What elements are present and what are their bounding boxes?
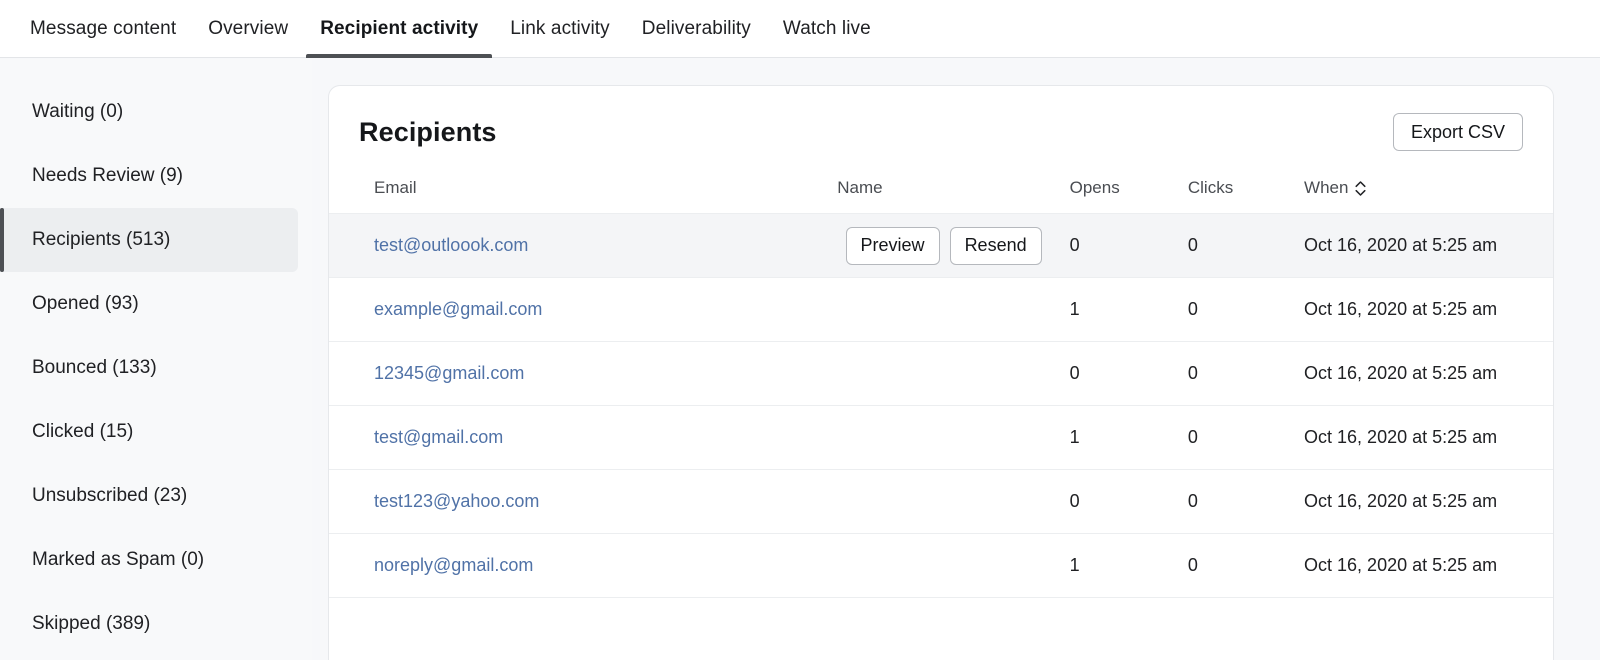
cell-when: Oct 16, 2020 at 5:25 am [1304, 405, 1553, 470]
sidebar-item-skipped[interactable]: Skipped (389) [0, 592, 298, 656]
table-row[interactable]: noreply@gmail.com 1 0 Oct 16, 2020 at 5:25 … [329, 533, 1553, 598]
cell-name [837, 341, 1070, 406]
activity-sidebar: Waiting (0) Needs Review (9) Recipients (5… [0, 59, 312, 660]
sidebar-item-needs-review[interactable]: Needs Review (9) [0, 144, 298, 208]
cell-opens: 0 [1069, 213, 1188, 278]
cell-clicks: 0 [1187, 469, 1305, 534]
sidebar-item-waiting[interactable]: Waiting (0) [0, 80, 298, 144]
cell-opens: 0 [1069, 341, 1188, 406]
tab-watch-live[interactable]: Watch live [767, 0, 887, 58]
table-header-row: Email Name Opens Clicks When [329, 178, 1553, 214]
recipients-table: Email Name Opens Clicks When test@outloo… [329, 178, 1553, 598]
cell-name [837, 533, 1070, 598]
cell-email: test123@yahoo.com [329, 469, 838, 534]
sidebar-item-bounced[interactable]: Bounced (133) [0, 336, 298, 400]
email-link[interactable]: noreply@gmail.com [374, 555, 533, 575]
email-link[interactable]: test123@yahoo.com [374, 491, 539, 511]
sidebar-item-opened[interactable]: Opened (93) [0, 272, 298, 336]
cell-when: Oct 16, 2020 at 5:25 am [1304, 533, 1553, 598]
table-row[interactable]: test@outloook.com Preview Resend 0 0 Oct 16, … [329, 213, 1553, 278]
cell-email: noreply@gmail.com [329, 533, 838, 598]
cell-opens: 0 [1069, 469, 1188, 534]
table-row[interactable]: test123@yahoo.com 0 0 Oct 16, 2020 at 5:25 … [329, 469, 1553, 534]
tab-overview[interactable]: Overview [192, 0, 304, 58]
cell-clicks: 0 [1187, 341, 1305, 406]
page-title: Recipients [359, 116, 497, 147]
cell-when: Oct 16, 2020 at 5:25 am [1304, 469, 1553, 534]
column-header-name[interactable]: Name [837, 178, 1070, 214]
preview-button[interactable]: Preview [845, 226, 940, 265]
row-action-group: Preview Resend [837, 226, 1069, 265]
tab-deliverability[interactable]: Deliverability [626, 0, 767, 58]
column-header-opens[interactable]: Opens [1069, 178, 1188, 214]
recipients-card: Recipients Export CSV Email Name Opens C… [328, 85, 1554, 660]
cell-when: Oct 16, 2020 at 5:25 am [1304, 341, 1553, 406]
cell-name [837, 405, 1070, 470]
cell-email: 12345@gmail.com [329, 341, 838, 406]
cell-name: Preview Resend [837, 213, 1070, 278]
sidebar-item-unsubscribed[interactable]: Unsubscribed (23) [0, 464, 298, 528]
export-csv-button[interactable]: Export CSV [1392, 113, 1523, 151]
card-header: Recipients Export CSV [329, 86, 1553, 178]
table-body: test@outloook.com Preview Resend 0 0 Oct 16, … [329, 213, 1553, 598]
cell-clicks: 0 [1187, 213, 1305, 278]
column-header-when-label: When [1304, 178, 1349, 197]
cell-email: test@gmail.com [329, 405, 838, 470]
cell-opens: 1 [1069, 277, 1188, 342]
tab-message-content[interactable]: Message content [14, 0, 192, 58]
tab-recipient-activity[interactable]: Recipient activity [304, 0, 494, 58]
tab-bar: Message content Overview Recipient activit… [0, 0, 1600, 58]
email-link[interactable]: test@outloook.com [374, 235, 528, 255]
cell-clicks: 0 [1187, 533, 1305, 598]
recipient-activity-page: Message content Overview Recipient activit… [0, 0, 1600, 660]
cell-opens: 1 [1069, 533, 1188, 598]
cell-name [837, 277, 1070, 342]
cell-email: test@outloook.com [329, 213, 838, 278]
cell-email: example@gmail.com [329, 277, 838, 342]
cell-name [837, 469, 1070, 534]
email-link[interactable]: test@gmail.com [374, 427, 503, 447]
cell-clicks: 0 [1187, 277, 1305, 342]
column-header-email[interactable]: Email [329, 178, 838, 214]
table-row[interactable]: example@gmail.com 1 0 Oct 16, 2020 at 5:25 … [329, 277, 1553, 342]
cell-when: Oct 16, 2020 at 5:25 am [1304, 213, 1553, 278]
table-head: Email Name Opens Clicks When [329, 178, 1553, 214]
cell-opens: 1 [1069, 405, 1188, 470]
cell-clicks: 0 [1187, 405, 1305, 470]
tab-link-activity[interactable]: Link activity [494, 0, 626, 58]
sidebar-item-marked-as-spam[interactable]: Marked as Spam (0) [0, 528, 298, 592]
table-row[interactable]: 12345@gmail.com 0 0 Oct 16, 2020 at 5:25 am [329, 341, 1553, 406]
email-link[interactable]: 12345@gmail.com [374, 363, 524, 383]
page-body: Waiting (0) Needs Review (9) Recipients (5… [0, 59, 1600, 660]
chevron-up-down-icon[interactable] [1355, 180, 1367, 197]
column-header-when[interactable]: When [1304, 178, 1553, 214]
cell-when: Oct 16, 2020 at 5:25 am [1304, 277, 1553, 342]
sidebar-item-clicked[interactable]: Clicked (15) [0, 400, 298, 464]
sidebar-item-recipients[interactable]: Recipients (513) [0, 208, 298, 272]
table-row[interactable]: test@gmail.com 1 0 Oct 16, 2020 at 5:25 am [329, 405, 1553, 470]
email-link[interactable]: example@gmail.com [374, 299, 542, 319]
resend-button[interactable]: Resend [949, 226, 1042, 265]
column-header-clicks[interactable]: Clicks [1187, 178, 1305, 214]
